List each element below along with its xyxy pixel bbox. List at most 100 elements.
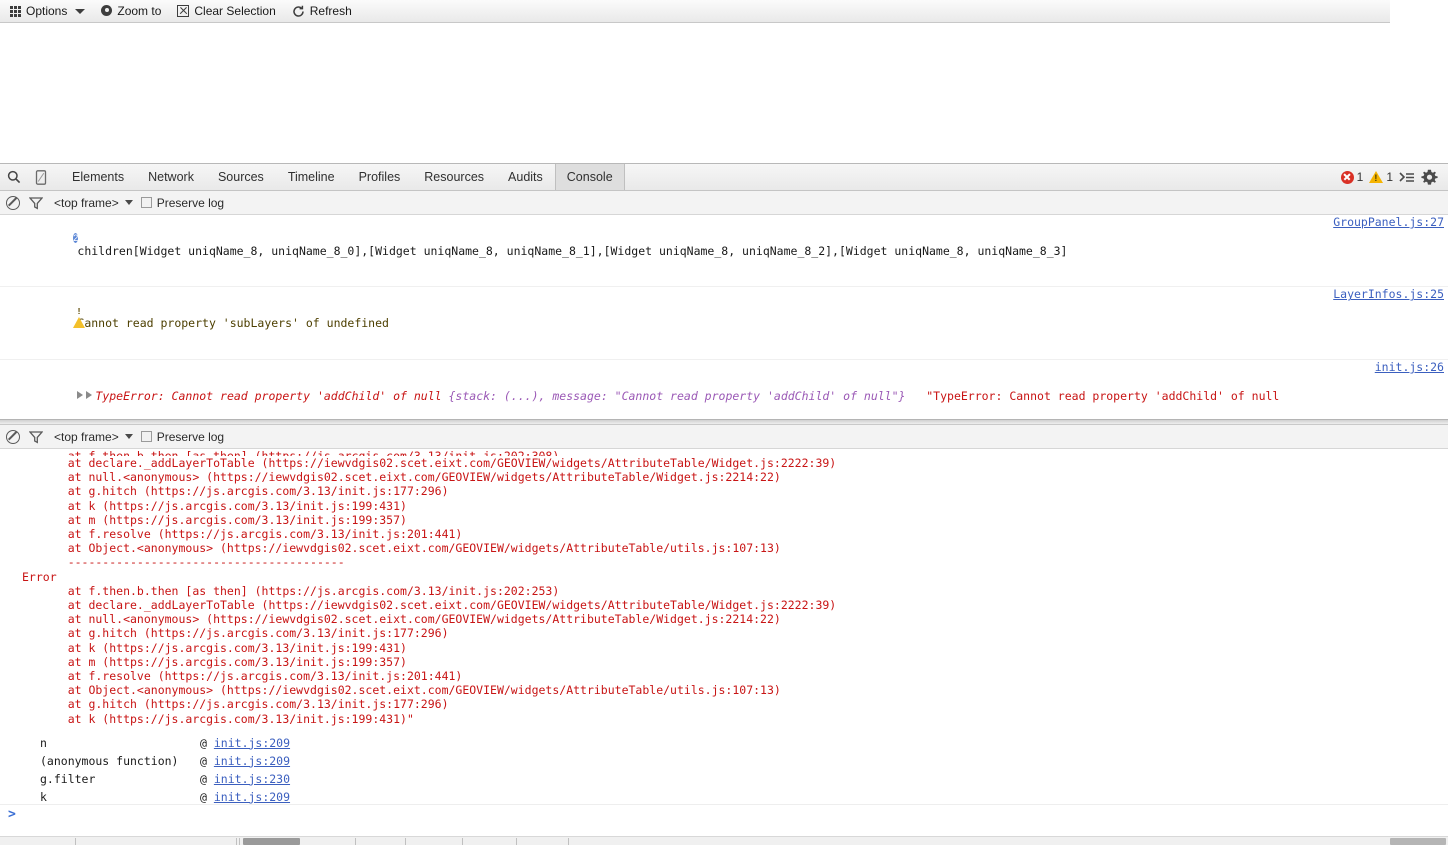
stack-line[interactable]: at k (https://js.arcgis.com/3.13/init.js… [0,641,1448,655]
stack-line[interactable]: at Object.<anonymous> (https://iewvdgis0… [0,683,1448,697]
page-content-blank [0,23,1390,163]
console-messages-bottom[interactable]: at f.then.b.then [as then] (https://js.a… [0,449,1448,804]
filter-funnel-icon[interactable] [29,430,43,444]
clear-console-icon[interactable] [6,429,20,444]
stack-line[interactable]: at g.hitch (https://js.arcgis.com/3.13/i… [0,697,1448,711]
chevron-down-icon [124,200,133,205]
preserve-log-toggle-bottom[interactable]: Preserve log [140,430,224,444]
call-frame-name: (anonymous function) [40,753,179,768]
console-drawer-icon[interactable] [1399,170,1415,184]
stack-line[interactable]: at null.<anonymous> (https://iewvdgis02.… [0,470,1448,484]
scrollbar-thumb[interactable] [243,838,300,845]
clear-console-icon[interactable] [6,195,20,210]
stack-line[interactable]: at null.<anonymous> (https://iewvdgis02.… [0,612,1448,626]
search-icon[interactable] [0,164,27,190]
call-frame-name: n [40,735,47,750]
stack-line[interactable]: at f.resolve (https://js.arcgis.com/3.13… [0,669,1448,683]
pin-icon [101,4,113,18]
console-prompt[interactable]: > [0,804,1448,823]
call-frame-name: k [40,789,47,804]
source-link[interactable]: LayerInfos.js:25 [1333,287,1444,301]
console-toolbar-bottom: <top frame> Preserve log [0,425,1448,449]
warning-icon [1369,171,1384,183]
console-messages-top[interactable]: 2 children[Widget uniqName_8, uniqName_8… [0,215,1448,419]
chevron-down-icon[interactable] [75,8,86,14]
preserve-log-checkbox[interactable] [140,431,152,442]
tab-profiles-label: Profiles [358,170,401,184]
error-icon [1340,170,1354,184]
source-link[interactable]: init.js:26 [1375,360,1444,374]
devtools-tabbar: Elements Network Sources Timeline Profil… [0,164,1448,191]
call-frame-row[interactable]: (anonymous function) @ init.js:209 [0,752,1448,770]
gear-icon[interactable] [1421,169,1438,186]
tab-audits[interactable]: Audits [496,164,555,190]
stack-line[interactable]: at m (https://js.arcgis.com/3.13/init.js… [0,655,1448,669]
scrollbar-thumb-right[interactable] [1390,838,1446,845]
tab-audits-label: Audits [508,170,543,184]
console-error-quoted: "TypeError: Cannot read property 'addChi… [926,388,1280,403]
preserve-log-checkbox[interactable] [140,197,152,208]
x-box-icon [177,5,190,17]
frame-selector-top[interactable]: <top frame> [54,196,133,210]
stack-line-clipped-top[interactable]: at f.then.b.then [as then] (https://js.a… [0,449,1448,456]
devtools-screenshot: Options Zoom to Clear Selection Refresh [0,0,1448,866]
stack-line[interactable]: at Object.<anonymous> (https://iewvdgis0… [0,541,1448,555]
call-frame-location[interactable]: init.js:209 [214,736,290,750]
stack-line[interactable]: at m (https://js.arcgis.com/3.13/init.js… [0,513,1448,527]
warning-count-group[interactable]: 1 [1369,170,1393,184]
console-message-text: children[Widget uniqName_8, uniqName_8_0… [77,243,1068,258]
refresh-button[interactable]: Refresh [290,1,359,22]
tab-sources[interactable]: Sources [206,164,276,190]
call-frame-at: @ [200,753,207,768]
source-link[interactable]: GroupPanel.js:27 [1333,215,1444,229]
stack-line[interactable]: at k (https://js.arcgis.com/3.13/init.js… [0,712,1448,726]
preserve-log-label: Preserve log [156,195,225,210]
frame-selector-bottom[interactable]: <top frame> [54,430,133,444]
clear-selection-button[interactable]: Clear Selection [175,1,282,22]
tab-network[interactable]: Network [136,164,206,190]
tab-elements-label: Elements [72,170,125,184]
console-message-warning[interactable]: Cannot read property 'subLayers' of unde… [0,287,1448,360]
console-message-error[interactable]: TypeError: Cannot read property 'addChil… [0,360,1448,419]
zoom-to-button[interactable]: Zoom to [99,1,168,22]
call-frame-location[interactable]: init.js:209 [214,790,290,804]
stack-line[interactable]: at f.resolve (https://js.arcgis.com/3.13… [0,527,1448,541]
frame-selector-label: <top frame> [54,429,119,444]
console-message-log[interactable]: 2 children[Widget uniqName_8, uniqName_8… [0,215,1448,288]
stack-line[interactable]: at g.hitch (https://js.arcgis.com/3.13/i… [0,626,1448,640]
stack-line[interactable]: at declare._addLayerToTable (https://iew… [0,456,1448,470]
filter-funnel-icon[interactable] [29,196,43,210]
call-frame-row[interactable]: n @ init.js:209 [0,734,1448,752]
prompt-caret-icon: > [8,806,16,822]
options-button[interactable]: Options [8,1,92,22]
tab-resources[interactable]: Resources [412,164,496,190]
error-count-group[interactable]: 1 [1340,170,1363,184]
tab-profiles[interactable]: Profiles [347,164,413,190]
tab-elements[interactable]: Elements [60,164,136,190]
preserve-log-toggle-top[interactable]: Preserve log [140,195,225,210]
call-frame-location[interactable]: init.js:209 [214,754,290,768]
tab-timeline[interactable]: Timeline [276,164,347,190]
call-frame-row[interactable]: k @ init.js:209 [0,788,1448,804]
call-frame-row[interactable]: g.filter @ init.js:230 [0,770,1448,788]
expand-triangle-icon-2[interactable] [86,391,93,400]
expand-triangle-icon[interactable] [77,391,84,400]
call-frame-at: @ [200,789,207,804]
clear-selection-label: Clear Selection [194,4,276,18]
zoom-to-label: Zoom to [117,4,162,18]
call-frame-location[interactable]: init.js:230 [214,772,290,786]
console-error-object-preview: {stack: (...), message: "Cannot read pro… [448,388,906,403]
console-warning-text: Cannot read property 'subLayers' of unde… [77,316,389,331]
stack-line[interactable]: at f.then.b.then [as then] (https://js.a… [0,584,1448,598]
stack-line[interactable]: at k (https://js.arcgis.com/3.13/init.js… [0,499,1448,513]
devtools-tab-list: Elements Network Sources Timeline Profil… [60,164,625,190]
call-frame-at: @ [200,735,207,750]
call-frame-at: @ [200,771,207,786]
devtools-status-area: 1 1 [1340,164,1448,190]
tab-sources-label: Sources [217,170,264,184]
tab-console[interactable]: Console [554,164,625,190]
stack-line[interactable]: at declare._addLayerToTable (https://iew… [0,598,1448,612]
call-frame-name: g.filter [40,771,96,786]
device-toolbar-icon[interactable] [27,164,54,190]
stack-line[interactable]: at g.hitch (https://js.arcgis.com/3.13/i… [0,484,1448,498]
